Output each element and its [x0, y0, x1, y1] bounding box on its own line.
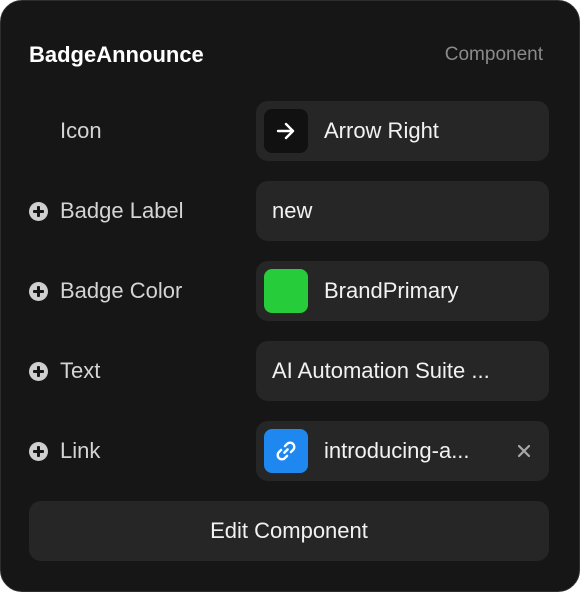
- prop-label-wrap: Link: [29, 421, 100, 481]
- prop-label-text: Text: [60, 358, 101, 383]
- prop-label-wrap: Badge Color: [29, 261, 182, 321]
- badge-color-field[interactable]: BrandPrimary: [256, 261, 549, 321]
- prop-row-badge-label: Badge Label new: [1, 181, 579, 241]
- prop-label-link: Link: [60, 438, 101, 463]
- prop-label-wrap: Badge Label: [29, 181, 184, 241]
- component-title: BadgeAnnounce: [29, 42, 204, 67]
- close-icon[interactable]: [515, 442, 533, 460]
- component-panel: BadgeAnnounce Component Icon Arrow Right…: [0, 0, 580, 592]
- text-field[interactable]: AI Automation Suite ...: [256, 341, 549, 401]
- badge-color-field-value: BrandPrimary: [324, 278, 459, 303]
- add-circle-icon[interactable]: [29, 281, 48, 301]
- prop-label-icon: Icon: [60, 118, 102, 143]
- link-field[interactable]: introducing-a...: [256, 421, 549, 481]
- prop-label-wrap: Icon: [29, 101, 102, 161]
- prop-label-badge-label: Badge Label: [60, 198, 184, 223]
- prop-row-badge-color: Badge Color BrandPrimary: [1, 261, 579, 321]
- arrow-right-icon: [264, 109, 308, 153]
- badge-label-field-value: new: [272, 198, 313, 223]
- text-field-value: AI Automation Suite ...: [272, 358, 490, 383]
- prop-label-badge-color: Badge Color: [60, 278, 183, 303]
- link-field-value: introducing-a...: [324, 438, 470, 463]
- prop-label-wrap: Text: [29, 341, 100, 401]
- add-circle-icon[interactable]: [29, 441, 48, 461]
- prop-row-link: Link introducing-a...: [1, 421, 579, 481]
- color-swatch: [264, 269, 308, 313]
- component-kind: Component: [444, 44, 543, 65]
- panel-header: BadgeAnnounce Component: [29, 37, 543, 73]
- add-circle-icon[interactable]: [29, 201, 48, 221]
- icon-field[interactable]: Arrow Right: [256, 101, 549, 161]
- icon-field-value: Arrow Right: [324, 118, 439, 143]
- prop-row-icon: Icon Arrow Right: [1, 101, 579, 161]
- link-icon: [264, 429, 308, 473]
- prop-row-text: Text AI Automation Suite ...: [1, 341, 579, 401]
- edit-component-button[interactable]: Edit Component: [29, 501, 549, 561]
- add-circle-icon[interactable]: [29, 361, 48, 381]
- badge-label-field[interactable]: new: [256, 181, 549, 241]
